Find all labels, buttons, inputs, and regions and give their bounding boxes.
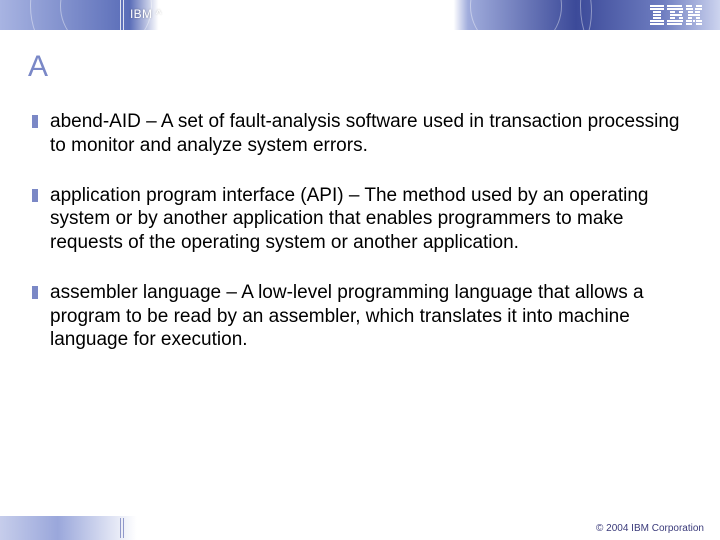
- header-brand-text: IBM ^: [130, 7, 162, 21]
- header-tick: [120, 0, 121, 30]
- slide-body: A abend-AID – A set of fault-analysis so…: [0, 40, 720, 510]
- copyright-text: © 2004 IBM Corporation: [596, 523, 704, 534]
- bullet-item: application program interface (API) – Th…: [28, 184, 680, 255]
- footer-tick: [123, 518, 124, 538]
- header-band: IBM ^: [0, 0, 720, 30]
- footer-tick: [120, 518, 121, 538]
- bullet-item: abend-AID – A set of fault-analysis soft…: [28, 110, 680, 158]
- bullet-item: assembler language – A low-level program…: [28, 281, 680, 352]
- header-tick: [123, 0, 124, 30]
- slide-title: A: [28, 50, 680, 84]
- bullet-list: abend-AID – A set of fault-analysis soft…: [28, 110, 680, 352]
- footer-band: © 2004 IBM Corporation: [0, 516, 720, 540]
- ibm-logo-icon: [650, 5, 702, 28]
